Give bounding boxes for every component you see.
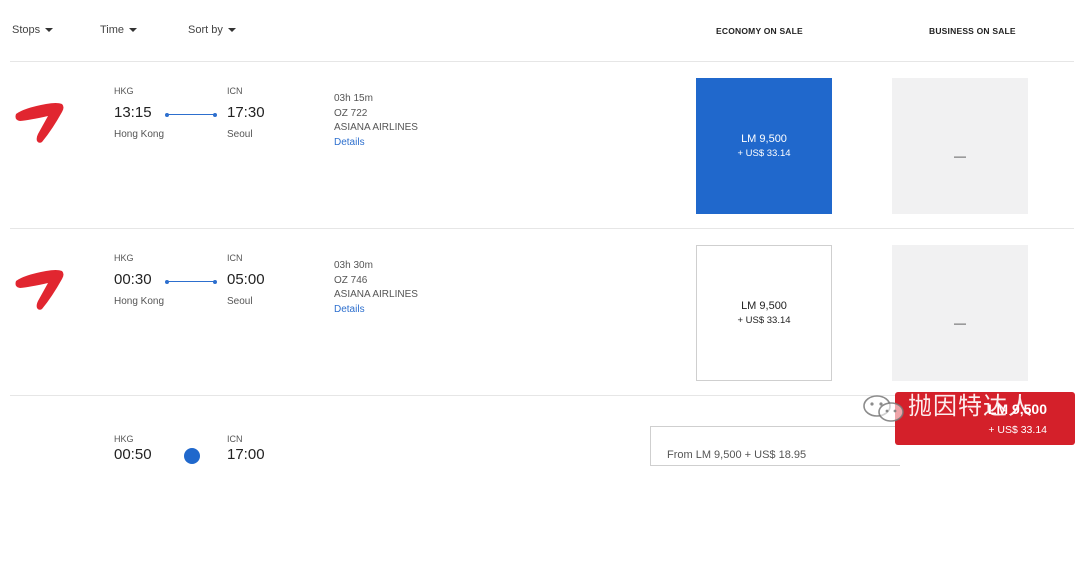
flight-info: 03h 15m OZ 722 ASIANA AIRLINES Details xyxy=(334,92,418,150)
flight-number: OZ 722 xyxy=(334,107,368,119)
details-link[interactable]: Details xyxy=(334,303,418,318)
flight-row: HKG 00:30 Hong Kong ICN 05:00 Seoul 03h … xyxy=(10,228,1074,395)
details-link[interactable]: Details xyxy=(334,136,418,151)
time-filter[interactable]: Time xyxy=(100,24,138,36)
flight-duration: 03h 30m xyxy=(334,260,373,271)
fare-summary-text: From LM 9,500 + US$ 18.95 xyxy=(667,449,807,461)
destination-code: ICN xyxy=(227,86,243,96)
arrival-time: 17:00 xyxy=(227,446,265,463)
watermark-text: 抛因特达人 xyxy=(908,392,1033,420)
asiana-airlines-logo-icon xyxy=(15,103,64,143)
origin-city: Hong Kong xyxy=(114,129,165,140)
origin-code: HKG xyxy=(114,434,134,444)
airline-name: ASIANA AIRLINES xyxy=(334,122,418,133)
destination-code: ICN xyxy=(227,253,243,263)
fare-miles: LM 9,500 xyxy=(741,133,787,145)
departure-time: 00:30 xyxy=(114,271,152,288)
fare-tax: + US$ 33.14 xyxy=(737,315,791,326)
route-end-dot xyxy=(213,280,217,284)
flight-row: HKG 13:15 Hong Kong ICN 17:30 Seoul 03h … xyxy=(10,61,1074,228)
departure-time: 00:50 xyxy=(114,446,152,463)
fare-tax: + US$ 33.14 xyxy=(737,148,791,159)
departure-time: 13:15 xyxy=(114,104,152,121)
route-end-dot xyxy=(213,113,217,117)
chevron-down-icon xyxy=(227,28,236,33)
chevron-down-icon xyxy=(129,28,138,33)
destination-city: Seoul xyxy=(227,296,253,307)
airline-name: ASIANA AIRLINES xyxy=(334,289,418,300)
business-fare-dash: — xyxy=(954,149,966,163)
fare-summary-box[interactable]: From LM 9,500 + US$ 18.95 xyxy=(650,426,900,466)
time-filter-label: Time xyxy=(100,24,125,36)
business-fare-dash: — xyxy=(954,316,966,330)
destination-city: Seoul xyxy=(227,129,253,140)
wechat-icon xyxy=(863,395,904,422)
route-line xyxy=(168,281,214,282)
origin-code: HKG xyxy=(114,253,134,263)
stops-filter-label: Stops xyxy=(12,24,41,36)
economy-fare-option[interactable]: LM 9,500 + US$ 33.14 xyxy=(696,245,832,381)
arrival-time: 05:00 xyxy=(227,271,265,288)
selected-fare-tax: + US$ 33.14 xyxy=(988,424,1047,436)
origin-city: Hong Kong xyxy=(114,296,165,307)
business-fare-unavailable: — xyxy=(892,78,1028,214)
destination-code: ICN xyxy=(227,434,243,444)
arrival-time: 17:30 xyxy=(227,104,265,121)
sort-by-filter[interactable]: Sort by xyxy=(188,24,236,36)
origin-code: HKG xyxy=(114,86,134,96)
economy-fare-selected[interactable]: LM 9,500 + US$ 33.14 xyxy=(696,78,832,214)
business-fare-unavailable: — xyxy=(892,245,1028,381)
flight-number: OZ 746 xyxy=(334,274,368,286)
fare-miles: LM 9,500 xyxy=(741,300,787,312)
economy-column-header: ECONOMY ON SALE xyxy=(716,26,803,36)
route-line xyxy=(168,114,214,115)
stops-filter[interactable]: Stops xyxy=(12,24,54,36)
business-column-header: BUSINESS ON SALE xyxy=(929,26,1016,36)
sort-by-label: Sort by xyxy=(188,24,223,36)
flight-info: 03h 30m OZ 746 ASIANA AIRLINES Details xyxy=(334,259,418,317)
flight-duration: 03h 15m xyxy=(334,93,373,104)
chevron-down-icon xyxy=(45,28,54,33)
asiana-airlines-logo-icon xyxy=(15,270,64,310)
stop-indicator-icon xyxy=(184,448,200,464)
